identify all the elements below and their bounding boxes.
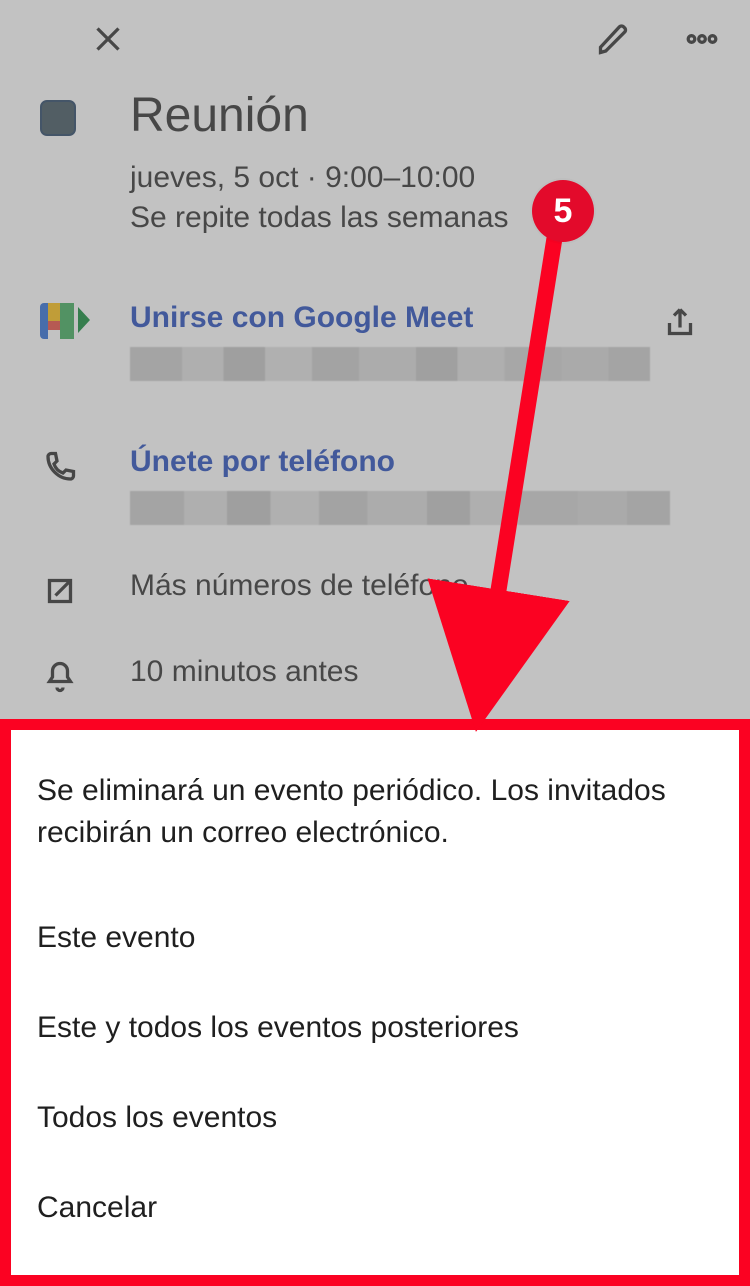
option-all-events[interactable]: Todos los eventos	[37, 1073, 713, 1163]
meet-link-redacted	[130, 347, 650, 381]
event-header: Reunión jueves, 5 oct · 9:00–10:00 Se re…	[0, 78, 750, 237]
option-this-event[interactable]: Este evento	[37, 893, 713, 983]
event-color-chip	[40, 100, 76, 136]
delete-recurring-sheet: Se eliminará un evento periódico. Los in…	[11, 730, 739, 1275]
more-numbers-row[interactable]: Más números de teléfono	[0, 569, 750, 611]
option-cancel[interactable]: Cancelar	[37, 1163, 713, 1253]
event-repeat-line: Se repite todas las semanas	[130, 201, 509, 235]
event-date-line: jueves, 5 oct · 9:00–10:00	[130, 161, 509, 195]
meet-row: Unirse con Google Meet	[0, 301, 750, 381]
close-icon[interactable]	[88, 19, 128, 59]
phone-number-redacted	[130, 491, 670, 525]
phone-row: Únete por teléfono	[0, 445, 750, 525]
overflow-menu-icon[interactable]	[682, 19, 722, 59]
event-title: Reunión	[130, 90, 509, 143]
action-sheet-highlight: Se eliminará un evento periódico. Los in…	[0, 719, 750, 1286]
external-link-icon	[40, 571, 80, 611]
sheet-title: Se eliminará un evento periódico. Los in…	[37, 770, 713, 853]
edit-pencil-icon[interactable]	[594, 19, 634, 59]
bell-icon	[40, 657, 80, 697]
reminder-label: 10 minutos antes	[130, 655, 710, 689]
share-icon[interactable]	[660, 303, 700, 343]
more-numbers-label: Más números de teléfono	[130, 569, 710, 603]
option-this-and-following[interactable]: Este y todos los eventos posteriores	[37, 983, 713, 1073]
join-google-meet-link[interactable]: Unirse con Google Meet	[130, 301, 650, 335]
join-by-phone-link[interactable]: Únete por teléfono	[130, 445, 650, 479]
top-bar	[0, 0, 750, 78]
phone-icon	[40, 447, 80, 487]
google-meet-icon	[40, 303, 80, 339]
reminder-row[interactable]: 10 minutos antes	[0, 655, 750, 697]
